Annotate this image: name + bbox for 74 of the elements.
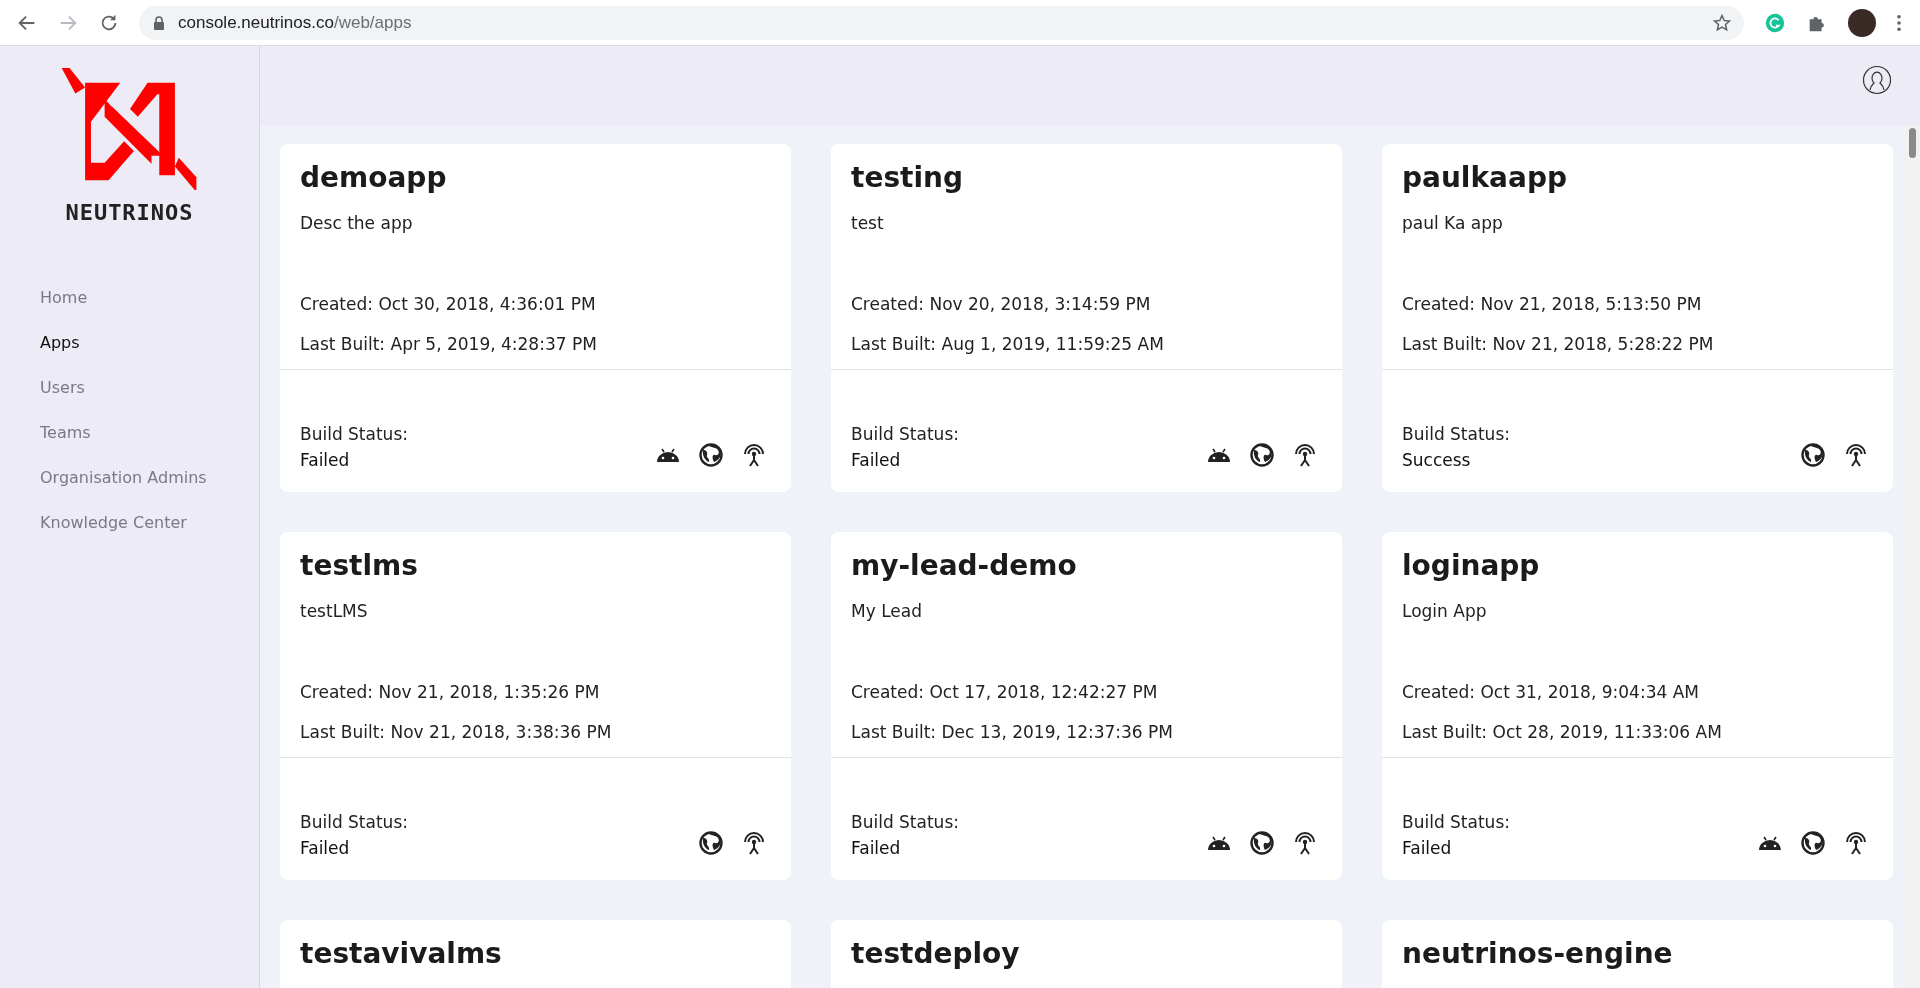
globe-icon[interactable] [1800,442,1826,468]
build-status-label: Build Status: [300,812,408,832]
app-name: testing [851,162,964,194]
last-built-date: Last Built: Nov 21, 2018, 3:38:36 PM [300,721,613,744]
app-name: demoapp [300,162,448,194]
app-description: Desc the app [300,213,414,233]
star-icon[interactable] [1712,12,1732,33]
last-built-date: Last Built: Nov 21, 2018, 5:28:22 PM [1402,333,1715,356]
app-name: testavivalms [300,938,503,970]
globe-icon[interactable] [698,442,724,468]
build-status-value: Failed [300,450,351,470]
antenna-icon[interactable] [741,830,767,856]
build-status-value: Failed [300,838,351,858]
app-card[interactable]: testdeploy [831,920,1342,988]
app-name: paulkaapp [1402,162,1568,194]
build-status-value: Failed [851,450,902,470]
profile-avatar[interactable] [1848,8,1876,37]
build-status-label: Build Status: [300,424,408,444]
app-name: my-lead-demo [851,550,1078,582]
app-name: loginapp [1402,550,1541,582]
lock-icon [153,15,165,30]
created-date: Created: Nov 21, 2018, 5:13:50 PM [1402,293,1703,316]
antenna-icon[interactable] [741,442,767,468]
nav-link[interactable]: Knowledge Center [40,510,259,535]
build-status-label: Build Status: [1402,812,1510,832]
app-description: testLMS [300,601,369,621]
app-name: neutrinos-engine [1402,938,1674,970]
app-card[interactable]: neutrinos-engine [1382,920,1893,988]
globe-icon[interactable] [1800,830,1826,856]
antenna-icon[interactable] [1843,830,1869,856]
menu-icon[interactable] [1896,13,1902,32]
app-name: testlms [300,550,419,582]
globe-icon[interactable] [698,830,724,856]
nav-link[interactable]: Home [40,285,259,310]
nav-link[interactable]: Users [40,375,259,400]
address-bar[interactable]: console.neutrinos.co/web/apps [139,5,1744,40]
build-status-label: Build Status: [851,424,959,444]
app-card[interactable]: testavivalms [280,920,791,988]
build-status-value: Failed [851,838,902,858]
app-description: paul Ka app [1402,213,1504,233]
globe-icon[interactable] [1249,442,1275,468]
created-date: Created: Oct 17, 2018, 12:42:27 PM [851,681,1159,704]
created-date: Created: Nov 20, 2018, 3:14:59 PM [851,293,1152,316]
last-built-date: Last Built: Apr 5, 2019, 4:28:37 PM [300,333,598,356]
globe-icon[interactable] [1249,830,1275,856]
app-card[interactable]: testing test Created: Nov 20, 2018, 3:14:59 PM Last Built: Aug 1, 2019, 11:59:25 AM Build Status: Failed [831,144,1342,492]
app-description: test [851,213,885,233]
url-text: console.neutrinos.co/web/apps [178,12,413,33]
build-status-label: Build Status: [851,812,959,832]
app-description: Login App [1402,601,1488,621]
last-built-date: Last Built: Dec 13, 2019, 12:37:36 PM [851,721,1174,744]
build-status-label: Build Status: [1402,424,1510,444]
antenna-icon[interactable] [1843,442,1869,468]
nav-link[interactable]: Organisation Admins [40,465,259,490]
last-built-date: Last Built: Aug 1, 2019, 11:59:25 AM [851,333,1165,356]
build-status-value: Success [1402,450,1472,470]
app-description: My Lead [851,601,923,621]
created-date: Created: Oct 30, 2018, 4:36:01 PM [300,293,597,316]
nav-link[interactable]: Teams [40,420,259,445]
app-card[interactable]: my-lead-demo My Lead Created: Oct 17, 2018, 12:42:27 PM Last Built: Dec 13, 2019, 12:37:36 PM Build Status: Failed [831,532,1342,880]
logo-text: NEUTRINOS [65,200,194,225]
created-date: Created: Nov 21, 2018, 1:35:26 PM [300,681,601,704]
nav-link[interactable]: Apps [40,330,259,355]
app-card[interactable]: testlms testLMS Created: Nov 21, 2018, 1:35:26 PM Last Built: Nov 21, 2018, 3:38:36 PM Build Status: Failed [280,532,791,880]
build-status-value: Failed [1402,838,1453,858]
app-name: testdeploy [851,938,1021,970]
last-built-date: Last Built: Oct 28, 2019, 11:33:06 AM [1402,721,1723,744]
app-card[interactable]: paulkaapp paul Ka app Created: Nov 21, 2018, 5:13:50 PM Last Built: Nov 21, 2018, 5:28:22 PM Build Status: Success [1382,144,1893,492]
created-date: Created: Oct 31, 2018, 9:04:34 AM [1402,681,1700,704]
app-card[interactable]: demoapp Desc the app Created: Oct 30, 2018, 4:36:01 PM Last Built: Apr 5, 2019, 4:28:37 PM Build Status: Failed [280,144,791,492]
app-card[interactable]: loginapp Login App Created: Oct 31, 2018, 9:04:34 AM Last Built: Oct 28, 2019, 11:33:06 AM Build Status: Failed [1382,532,1893,880]
antenna-icon[interactable] [1292,830,1318,856]
user-profile-icon[interactable] [1862,65,1892,95]
antenna-icon[interactable] [1292,442,1318,468]
